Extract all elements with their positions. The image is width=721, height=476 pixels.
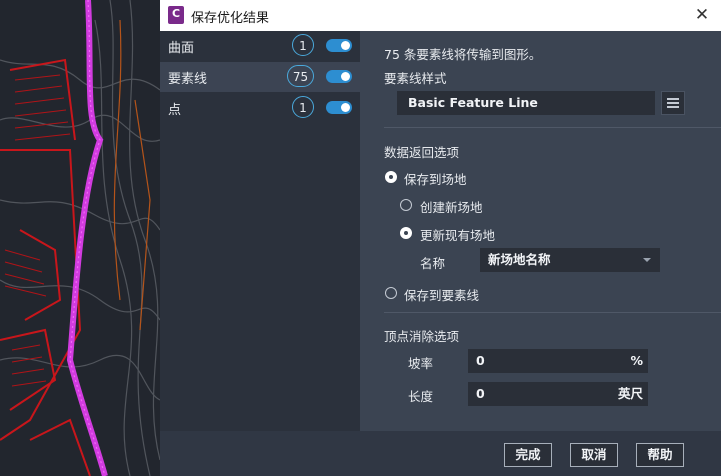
site-name-select[interactable]: 新场地名称 xyxy=(480,248,660,272)
sidebar-item-feature-lines[interactable]: 要素线 75 xyxy=(160,62,360,92)
slope-input[interactable]: 0 % xyxy=(468,349,648,373)
close-icon[interactable]: ✕ xyxy=(691,4,713,26)
update-existing-site-label: 更新现有场地 xyxy=(420,228,496,243)
app-icon: C xyxy=(168,6,184,24)
toggle-knob xyxy=(341,41,350,50)
feature-lines-toggle[interactable] xyxy=(326,70,352,83)
count-badge: 1 xyxy=(292,96,314,118)
style-list-button[interactable] xyxy=(661,91,685,115)
update-existing-site-radio[interactable] xyxy=(400,227,412,239)
length-unit: 英尺 xyxy=(617,386,643,401)
settings-pane: 75 条要素线将传输到图形。 要素线样式 Basic Feature Line … xyxy=(360,31,721,431)
surface-toggle[interactable] xyxy=(326,39,352,52)
save-to-feature-line-radio[interactable] xyxy=(385,287,397,299)
sidebar-item-label: 点 xyxy=(168,103,182,118)
cancel-button[interactable]: 取消 xyxy=(570,443,618,467)
slope-unit: % xyxy=(630,353,643,368)
dialog-title: 保存优化结果 xyxy=(191,11,270,26)
slope-value: 0 xyxy=(476,353,485,368)
length-label: 长度 xyxy=(408,389,434,404)
save-to-site-label: 保存到场地 xyxy=(404,172,467,187)
sidebar-item-label: 要素线 xyxy=(168,72,208,87)
site-name-label: 名称 xyxy=(420,256,446,271)
save-to-site-radio[interactable] xyxy=(385,171,397,183)
sidebar-item-surface[interactable]: 曲面 1 xyxy=(160,31,360,61)
site-name-value: 新场地名称 xyxy=(488,252,551,267)
dialog-footer: 完成 取消 帮助 xyxy=(160,431,721,476)
summary-text: 75 条要素线将传输到图形。 xyxy=(384,47,542,62)
section-divider xyxy=(384,127,721,128)
create-new-site-label: 创建新场地 xyxy=(420,200,483,215)
points-toggle[interactable] xyxy=(326,101,352,114)
vertex-options-heading: 顶点消除选项 xyxy=(384,329,460,344)
chevron-down-icon xyxy=(643,258,651,262)
list-icon xyxy=(667,98,679,108)
save-results-dialog: C 保存优化结果 ✕ 曲面 1 要素线 75 点 1 75 条要素线将传输到图形… xyxy=(160,0,721,476)
section-divider xyxy=(384,312,721,313)
count-badge: 75 xyxy=(287,65,314,87)
length-value: 0 xyxy=(476,386,485,401)
return-options-heading: 数据返回选项 xyxy=(384,145,460,160)
done-button[interactable]: 完成 xyxy=(504,443,552,467)
toggle-knob xyxy=(341,72,350,81)
feature-line-style-select[interactable]: Basic Feature Line xyxy=(397,91,655,115)
style-label: 要素线样式 xyxy=(384,71,447,86)
create-new-site-radio[interactable] xyxy=(400,199,412,211)
toggle-knob xyxy=(341,103,350,112)
slope-label: 坡率 xyxy=(408,356,434,371)
count-badge: 1 xyxy=(292,34,314,56)
title-bar: C 保存优化结果 ✕ xyxy=(160,0,721,31)
sidebar-item-points[interactable]: 点 1 xyxy=(160,93,360,123)
length-input[interactable]: 0 英尺 xyxy=(468,382,648,406)
help-button[interactable]: 帮助 xyxy=(636,443,684,467)
object-list: 曲面 1 要素线 75 点 1 xyxy=(160,31,360,431)
sidebar-item-label: 曲面 xyxy=(168,41,195,56)
save-to-feature-line-label: 保存到要素线 xyxy=(404,288,480,303)
